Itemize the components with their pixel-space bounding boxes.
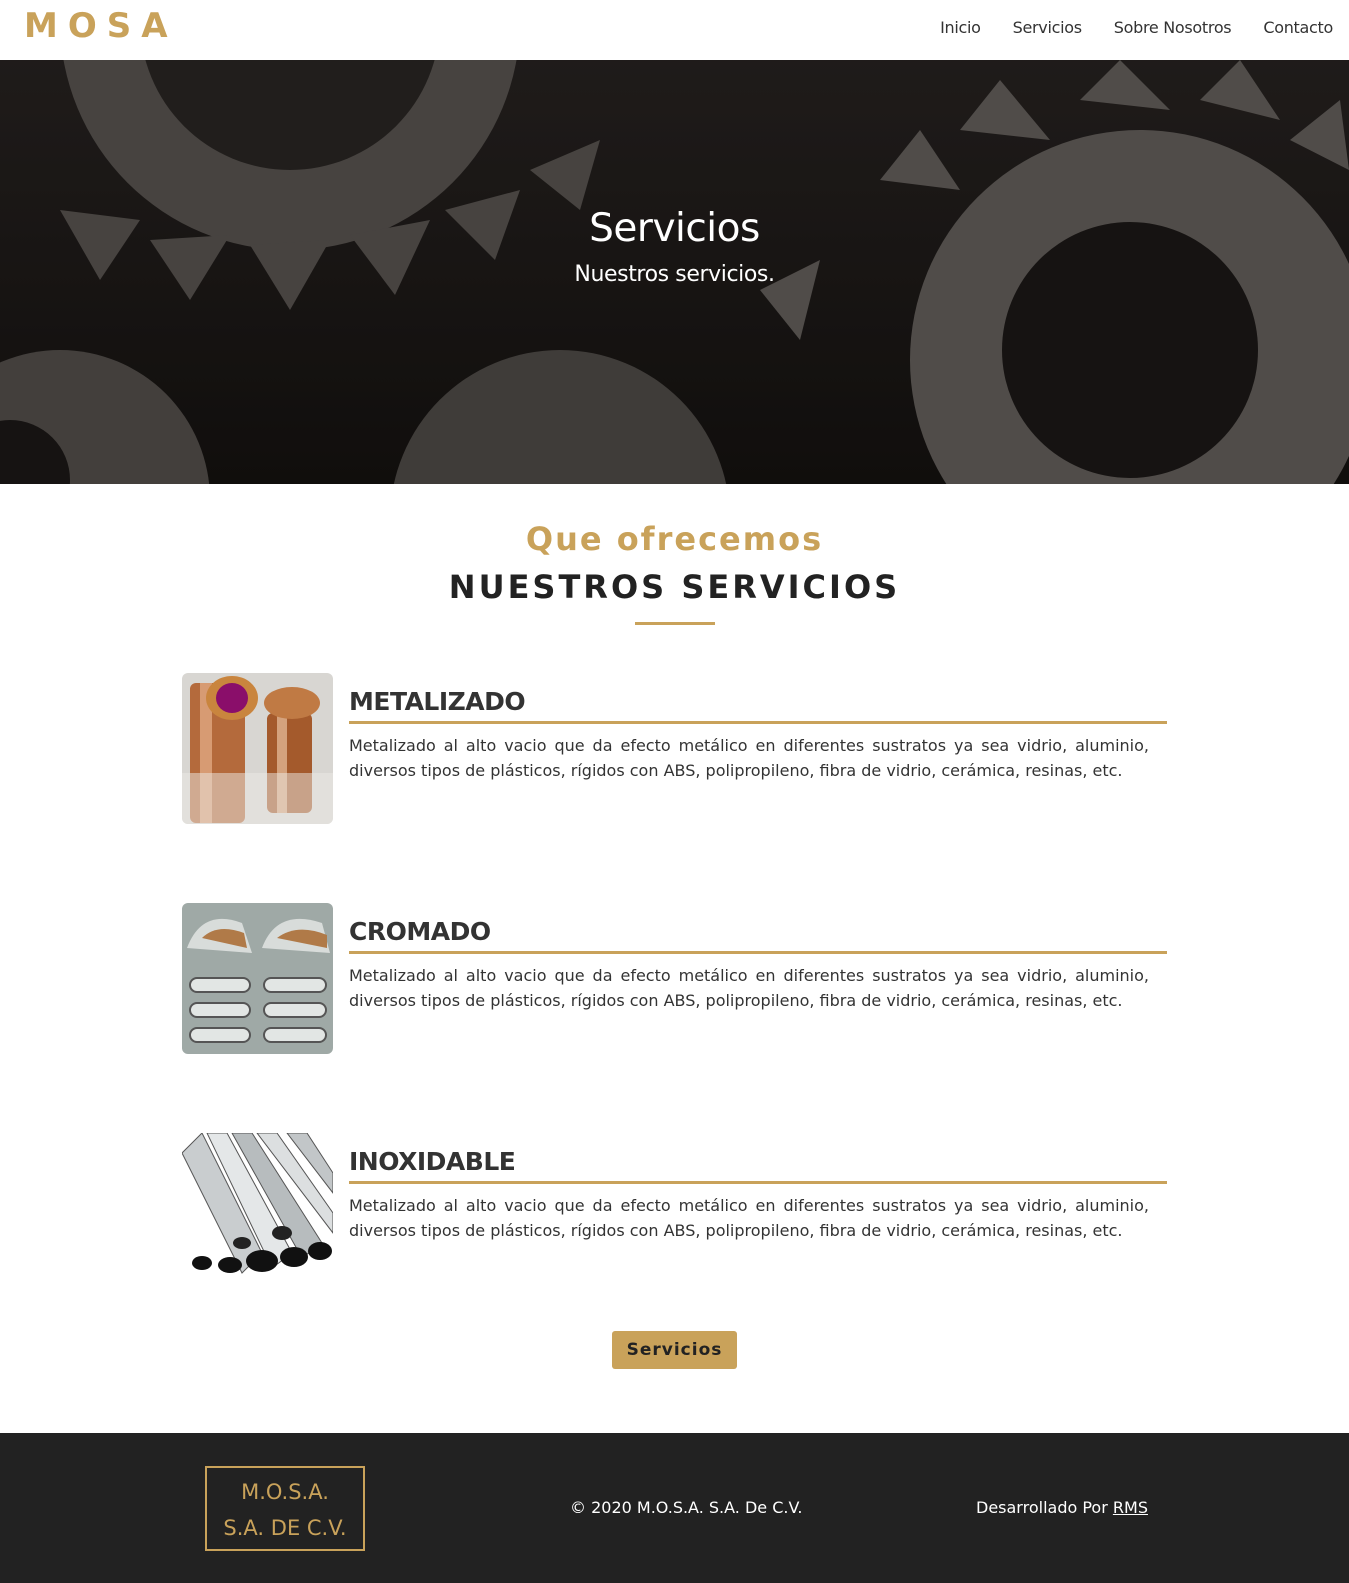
service-image-metalizado <box>182 673 333 824</box>
service-description: Metalizado al alto vacio que da efecto m… <box>349 966 1149 1010</box>
service-title-underline <box>349 721 1167 724</box>
section-divider <box>635 622 715 625</box>
developer-link[interactable]: RMS <box>1113 1498 1148 1517</box>
hero-subtitle: Nuestros servicios. <box>574 262 775 287</box>
footer-logo-line2: S.A. DE C.V. <box>223 1516 347 1540</box>
footer-developed-by: Desarrollado Por <box>976 1498 1108 1517</box>
service-title-underline <box>349 951 1167 954</box>
service-description: Metalizado al alto vacio que da efecto m… <box>349 1196 1149 1240</box>
service-title: METALIZADO <box>349 687 526 716</box>
footer-logo-line1: M.O.S.A. <box>241 1480 329 1504</box>
service-item-cromado: CROMADO Metalizado al alto vacio que da … <box>182 903 1167 1055</box>
nav-sobre-nosotros[interactable]: Sobre Nosotros <box>1114 18 1232 37</box>
servicios-button[interactable]: Servicios <box>612 1331 737 1369</box>
service-title: CROMADO <box>349 917 491 946</box>
footer-copyright: © 2020 M.O.S.A. S.A. De C.V. <box>570 1498 803 1517</box>
navbar: MOSA Inicio Servicios Sobre Nosotros Con… <box>0 0 1349 60</box>
hero-title: Servicios <box>589 206 760 251</box>
section-title: NUESTROS SERVICIOS <box>448 568 901 606</box>
service-title-underline <box>349 1181 1167 1184</box>
main-nav: Inicio Servicios Sobre Nosotros Contacto <box>940 18 1333 37</box>
nav-inicio[interactable]: Inicio <box>940 18 981 37</box>
brand-logo[interactable]: MOSA <box>24 6 178 46</box>
section-kicker: Que ofrecemos <box>525 520 824 558</box>
hero-banner: Servicios Nuestros servicios. <box>0 60 1349 484</box>
service-item-inoxidable: INOXIDABLE Metalizado al alto vacio que … <box>182 1133 1167 1285</box>
service-description: Metalizado al alto vacio que da efecto m… <box>349 736 1149 780</box>
footer-developer: Desarrollado Por RMS <box>976 1498 1148 1517</box>
service-image-inoxidable <box>182 1133 333 1284</box>
service-item-metalizado: METALIZADO Metalizado al alto vacio que … <box>182 673 1167 825</box>
nav-contacto[interactable]: Contacto <box>1263 18 1333 37</box>
footer: M.O.S.A. S.A. DE C.V. © 2020 M.O.S.A. S.… <box>0 1433 1349 1583</box>
footer-logo: M.O.S.A. S.A. DE C.V. <box>205 1466 365 1551</box>
service-image-cromado <box>182 903 333 1054</box>
nav-servicios[interactable]: Servicios <box>1013 18 1082 37</box>
service-title: INOXIDABLE <box>349 1147 516 1176</box>
